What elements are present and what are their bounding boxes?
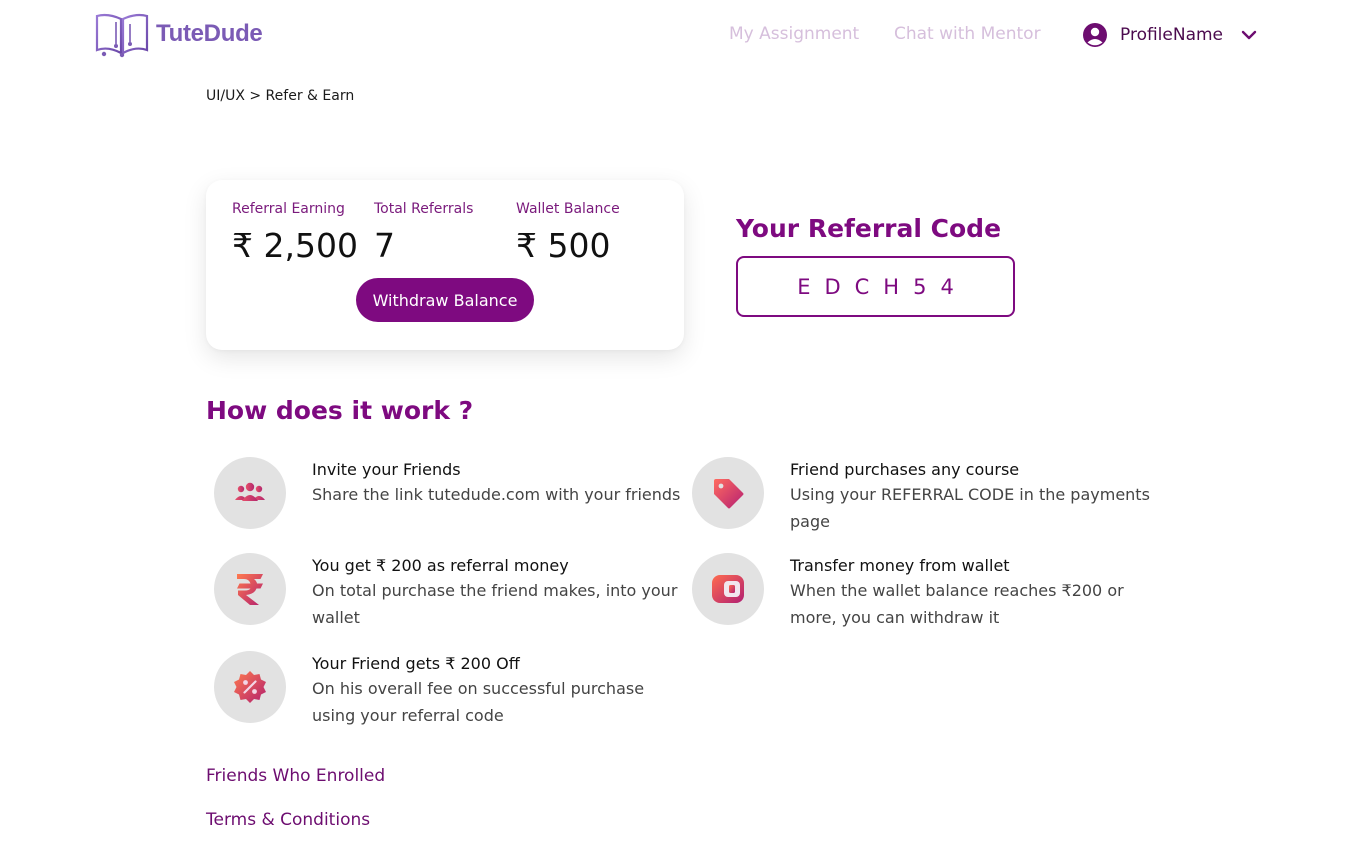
wallet-icon	[712, 575, 744, 603]
step-icon-circle	[214, 553, 286, 625]
step-icon-circle	[692, 457, 764, 529]
step-icon-circle	[214, 651, 286, 723]
price-tag-icon	[714, 479, 744, 509]
referral-code-title: Your Referral Code	[736, 214, 1002, 243]
breadcrumb: UI/UX > Refer & Earn	[206, 88, 355, 104]
referral-code-box[interactable]: EDCH54	[736, 256, 1015, 317]
referral-earning-value: ₹ 2,500	[232, 226, 358, 265]
wallet-balance-value: ₹ 500	[516, 226, 611, 265]
step-icon-circle	[214, 457, 286, 529]
step-description: On total purchase the friend makes, into…	[312, 581, 678, 627]
step-description: Share the link tutedude.com with your fr…	[312, 485, 681, 504]
wallet-balance-label: Wallet Balance	[516, 201, 620, 217]
discount-badge-icon	[234, 671, 266, 703]
friends-who-enrolled-link[interactable]: Friends Who Enrolled	[206, 766, 385, 786]
referral-earning-label: Referral Earning	[232, 201, 345, 217]
rupee-icon	[237, 574, 263, 605]
withdraw-balance-button[interactable]: Withdraw Balance	[356, 278, 534, 322]
friends-group-icon	[235, 482, 265, 501]
step-title: Friend purchases any course	[790, 460, 1020, 479]
nav-my-assignment[interactable]: My Assignment	[729, 24, 859, 44]
step-description: On his overall fee on successful purchas…	[312, 679, 645, 725]
nav-chat-with-mentor[interactable]: Chat with Mentor	[894, 24, 1041, 44]
step-title: Invite your Friends	[312, 460, 461, 479]
step-description: Using your REFERRAL CODE in the payments…	[790, 485, 1150, 531]
user-avatar-icon	[1083, 23, 1107, 47]
top-nav: My Assignment Chat with Mentor ProfileNa…	[0, 22, 1367, 48]
referral-stats-card: Referral Earning ₹ 2,500 Total Referrals…	[206, 180, 684, 350]
total-referrals-label: Total Referrals	[374, 201, 474, 217]
profile-menu[interactable]: ProfileName	[1082, 22, 1257, 48]
chevron-down-icon[interactable]	[1241, 29, 1257, 41]
how-it-works-title: How does it work ?	[206, 396, 474, 425]
step-icon-circle	[692, 553, 764, 625]
terms-and-conditions-link[interactable]: Terms & Conditions	[206, 810, 370, 830]
profile-name: ProfileName	[1120, 25, 1224, 45]
total-referrals-value: 7	[374, 226, 395, 265]
step-description: When the wallet balance reaches ₹200 or …	[790, 581, 1124, 627]
step-title: Transfer money from wallet	[790, 556, 1010, 575]
step-title: Your Friend gets ₹ 200 Off	[312, 654, 520, 673]
step-title: You get ₹ 200 as referral money	[312, 556, 569, 575]
